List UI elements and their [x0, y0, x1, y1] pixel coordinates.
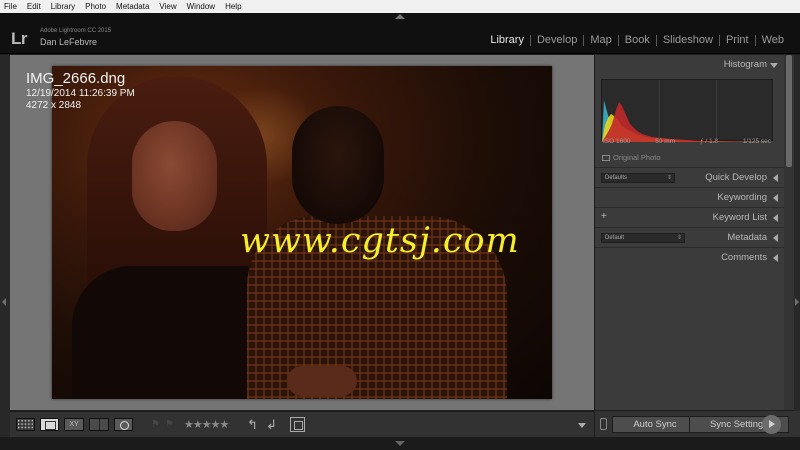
menu-library[interactable]: Library — [51, 0, 75, 13]
original-photo-label: Original Photo — [613, 153, 661, 162]
play-icon[interactable] — [762, 415, 781, 434]
module-library[interactable]: Library — [484, 33, 530, 47]
chevron-left-icon — [773, 234, 778, 242]
menu-help[interactable]: Help — [225, 0, 241, 13]
loupe-info-overlay: IMG_2666.dng 12/19/2014 11:26:39 PM 4272… — [26, 70, 135, 112]
photo-subject-man-head — [292, 106, 384, 224]
flag-pick-icon[interactable]: ⚑ — [151, 419, 160, 430]
original-photo-indicator: Original Photo — [602, 153, 661, 162]
user-name: Dan LeFebvre — [40, 37, 98, 47]
quick-develop-preset-select[interactable]: Defaults ⇕ — [601, 173, 675, 183]
photo-dimensions: 4272 x 2848 — [26, 100, 82, 111]
module-slideshow[interactable]: Slideshow — [657, 33, 719, 47]
metadata-panel-title: Metadata — [727, 232, 767, 243]
menu-window[interactable]: Window — [187, 0, 215, 13]
chevron-left-icon — [773, 174, 778, 182]
module-map[interactable]: Map — [584, 33, 617, 47]
module-book[interactable]: Book — [619, 33, 656, 47]
metadata-preset-value: Default — [605, 235, 625, 241]
comments-panel-title: Comments — [721, 252, 767, 263]
shutter-speed-value: 1/125 sec — [742, 138, 771, 145]
keyword-list-panel-header[interactable]: + Keyword List — [595, 207, 784, 226]
module-picker: Library Develop Map Book Slideshow Print… — [484, 33, 790, 47]
left-panel-toggle-icon[interactable] — [2, 298, 6, 306]
compare-view-button[interactable]: XY — [64, 418, 84, 431]
grid-view-button[interactable] — [16, 418, 35, 431]
auto-sync-switch[interactable] — [600, 418, 607, 430]
chevron-left-icon — [773, 194, 778, 202]
select-arrows-icon: ⇕ — [676, 235, 682, 241]
library-toolbar: XY ⚑ ⚑ ★★★★★ ↰ ↲ — [10, 411, 594, 437]
quick-develop-panel-title: Quick Develop — [705, 172, 767, 183]
iso-value: ISO 1600 — [603, 138, 631, 145]
chevron-left-icon — [773, 214, 778, 222]
right-panel-edge — [794, 55, 800, 437]
histogram-panel-title: Histogram — [723, 59, 767, 70]
histogram-panel-header[interactable]: Histogram — [595, 55, 784, 74]
filmstrip-edge — [0, 437, 800, 450]
select-arrows-icon: ⇕ — [666, 175, 672, 181]
histogram-svg — [602, 80, 774, 142]
menu-photo[interactable]: Photo — [85, 0, 106, 13]
module-print[interactable]: Print — [720, 33, 755, 47]
scrollbar-thumb[interactable] — [786, 55, 792, 167]
photo-capture-date: 12/19/2014 11:26:39 PM — [26, 88, 135, 99]
aperture-value: ƒ / 1.8 — [699, 138, 719, 145]
chevron-down-icon — [770, 63, 778, 68]
menu-view[interactable]: View — [159, 0, 176, 13]
flag-reject-icon[interactable]: ⚑ — [165, 419, 174, 430]
auto-sync-button[interactable]: Auto Sync — [612, 416, 698, 433]
lightroom-logo: Lr — [11, 29, 28, 48]
keyword-list-panel-title: Keyword List — [712, 212, 767, 223]
people-view-button[interactable] — [114, 418, 133, 431]
keywording-panel-title: Keywording — [717, 192, 767, 203]
right-panel-toggle-icon[interactable] — [795, 298, 799, 306]
right-panel-scrollbar[interactable] — [784, 55, 794, 410]
watermark-text: www.cgtsj.com — [240, 221, 520, 261]
photo-subject-woman-face — [132, 121, 217, 231]
crop-overlay-icon[interactable] — [290, 417, 305, 432]
menu-edit[interactable]: Edit — [27, 0, 41, 13]
loupe-view: IMG_2666.dng 12/19/2014 11:26:39 PM 4272… — [10, 55, 594, 410]
rotate-right-icon[interactable]: ↲ — [266, 417, 277, 433]
comments-panel-header[interactable]: Comments — [595, 247, 784, 266]
quick-develop-preset-value: Defaults — [605, 175, 628, 181]
rotate-left-icon[interactable]: ↰ — [247, 417, 258, 433]
menu-file[interactable]: File — [4, 0, 17, 13]
toolbar-content-menu-icon[interactable] — [578, 423, 586, 428]
loupe-view-button[interactable] — [40, 418, 59, 431]
survey-view-button[interactable] — [89, 418, 109, 431]
identity-plate-bar: Lr Adobe Lightroom CC 2015 Dan LeFebvre … — [0, 13, 800, 54]
histogram-red-channel — [602, 102, 774, 142]
photo-subject-hand — [287, 366, 357, 396]
menu-bar: File Edit Library Photo Metadata View Wi… — [0, 0, 800, 13]
chevron-left-icon — [773, 254, 778, 262]
keywording-panel-header[interactable]: Keywording — [595, 187, 784, 206]
lightroom-window: File Edit Library Photo Metadata View Wi… — [0, 0, 800, 450]
focal-length-value: 50 mm — [655, 138, 676, 145]
star-rating[interactable]: ★★★★★ — [184, 418, 229, 431]
quick-develop-panel-header[interactable]: Defaults ⇕ Quick Develop — [595, 167, 784, 186]
menu-metadata[interactable]: Metadata — [116, 0, 149, 13]
histogram-graph[interactable] — [601, 79, 774, 142]
filmstrip-toggle-icon[interactable] — [395, 441, 405, 446]
module-develop[interactable]: Develop — [531, 33, 583, 47]
photo-filename: IMG_2666.dng — [26, 70, 126, 87]
histogram-exif-row: ISO 1600 50 mm ƒ / 1.8 1/125 sec — [601, 138, 773, 148]
right-panel-group: Histogram ISO 1600 50 mm ƒ / 1.8 1/125 s… — [595, 55, 794, 410]
original-photo-icon — [602, 155, 610, 162]
add-keyword-icon[interactable]: + — [601, 211, 607, 222]
app-name: Adobe Lightroom CC 2015 — [40, 28, 112, 34]
metadata-panel-header[interactable]: Default ⇕ Metadata — [595, 227, 784, 246]
metadata-preset-select[interactable]: Default ⇕ — [601, 233, 685, 243]
module-web[interactable]: Web — [756, 33, 790, 47]
top-panel-toggle-icon[interactable] — [395, 14, 405, 19]
left-panel-edge — [0, 55, 10, 437]
sync-bar: Auto Sync Sync Settings — [595, 411, 800, 437]
